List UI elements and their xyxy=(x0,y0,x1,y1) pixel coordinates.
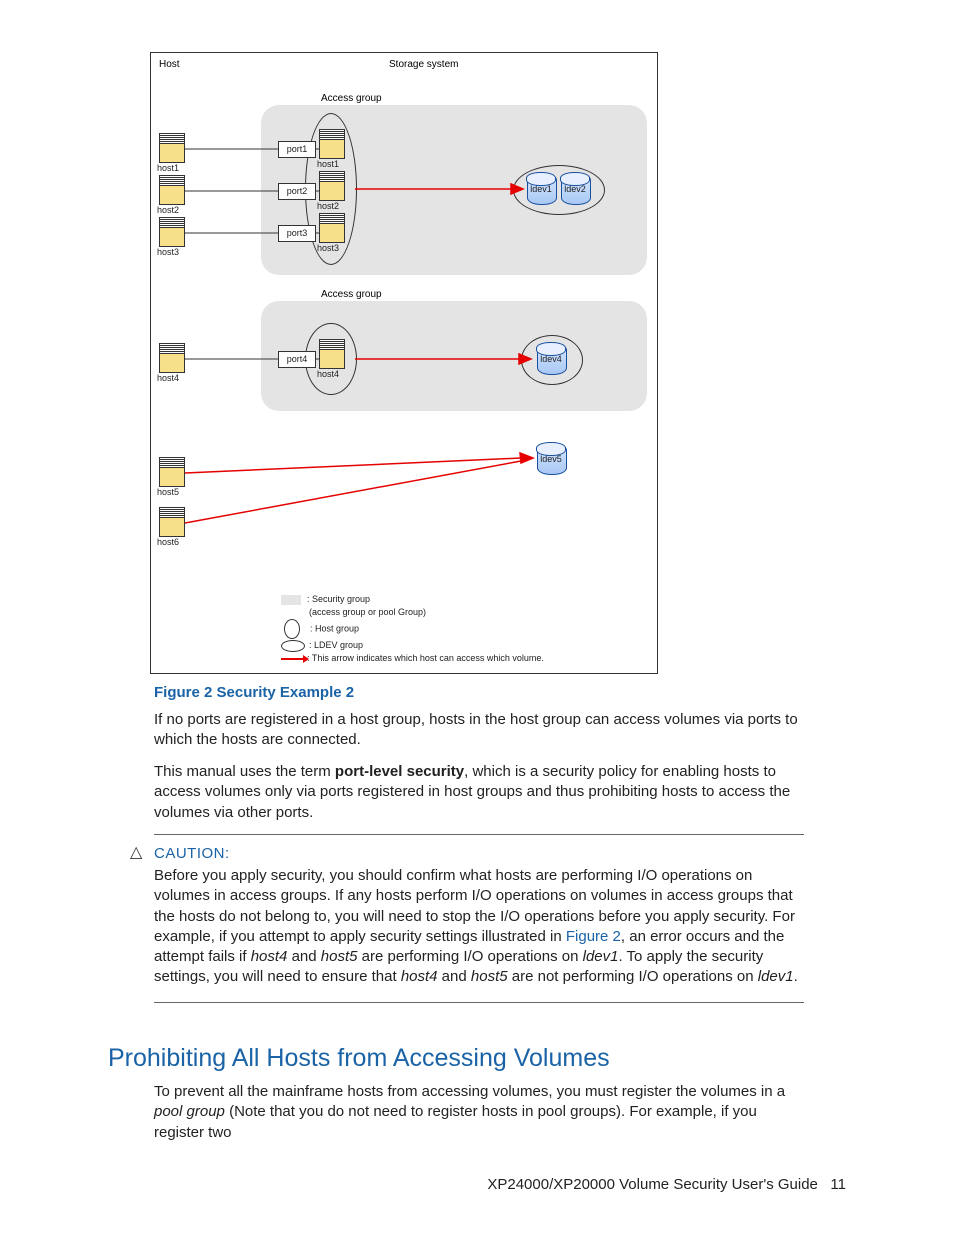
diagram-wires xyxy=(151,53,657,673)
caution-label: CAUTION: xyxy=(154,845,804,862)
ldev-icon: ldev5 xyxy=(537,443,565,473)
port-box: port4 xyxy=(278,351,316,368)
ldev-icon: ldev4 xyxy=(537,343,565,373)
caution-icon: △ xyxy=(130,842,142,862)
footer-title: XP24000/XP20000 Volume Security User's G… xyxy=(487,1176,818,1193)
term-pool-group: pool group xyxy=(154,1103,225,1120)
host-icon: host4 xyxy=(319,339,343,367)
host-icon: host2 xyxy=(319,171,343,199)
ldev-icon: ldev2 xyxy=(561,173,589,203)
host-icon: host4 xyxy=(159,343,183,371)
caution-box: CAUTION: Before you apply security, you … xyxy=(154,834,804,1003)
section-heading-prohibiting: Prohibiting All Hosts from Accessing Vol… xyxy=(108,1044,610,1073)
ldev-icon: ldev1 xyxy=(527,173,555,203)
host-icon: host6 xyxy=(159,507,183,535)
port-box: port1 xyxy=(278,141,316,158)
paragraph-port-level-security: This manual uses the term port-level sec… xyxy=(154,762,804,823)
paragraph-pool-group: To prevent all the mainframe hosts from … xyxy=(154,1082,804,1143)
port-box: port2 xyxy=(278,183,316,200)
port-box: port3 xyxy=(278,225,316,242)
page-footer: XP24000/XP20000 Volume Security User's G… xyxy=(487,1176,846,1193)
host-icon: host1 xyxy=(319,129,343,157)
footer-page-number: 11 xyxy=(830,1176,846,1193)
paragraph-host-group: If no ports are registered in a host gro… xyxy=(154,710,804,751)
diagram-legend: : Security group (access group or pool G… xyxy=(281,593,544,665)
figure-2-link[interactable]: Figure 2 xyxy=(566,928,621,945)
host-icon: host5 xyxy=(159,457,183,485)
security-diagram: Host Storage system Access group Access … xyxy=(150,52,658,674)
caution-text: Before you apply security, you should co… xyxy=(154,866,804,988)
figure-caption: Figure 2 Security Example 2 xyxy=(154,684,354,701)
host-icon: host3 xyxy=(319,213,343,241)
host-icon: host1 xyxy=(159,133,183,161)
term-port-level-security: port-level security xyxy=(335,763,464,780)
host-icon: host3 xyxy=(159,217,183,245)
host-icon: host2 xyxy=(159,175,183,203)
